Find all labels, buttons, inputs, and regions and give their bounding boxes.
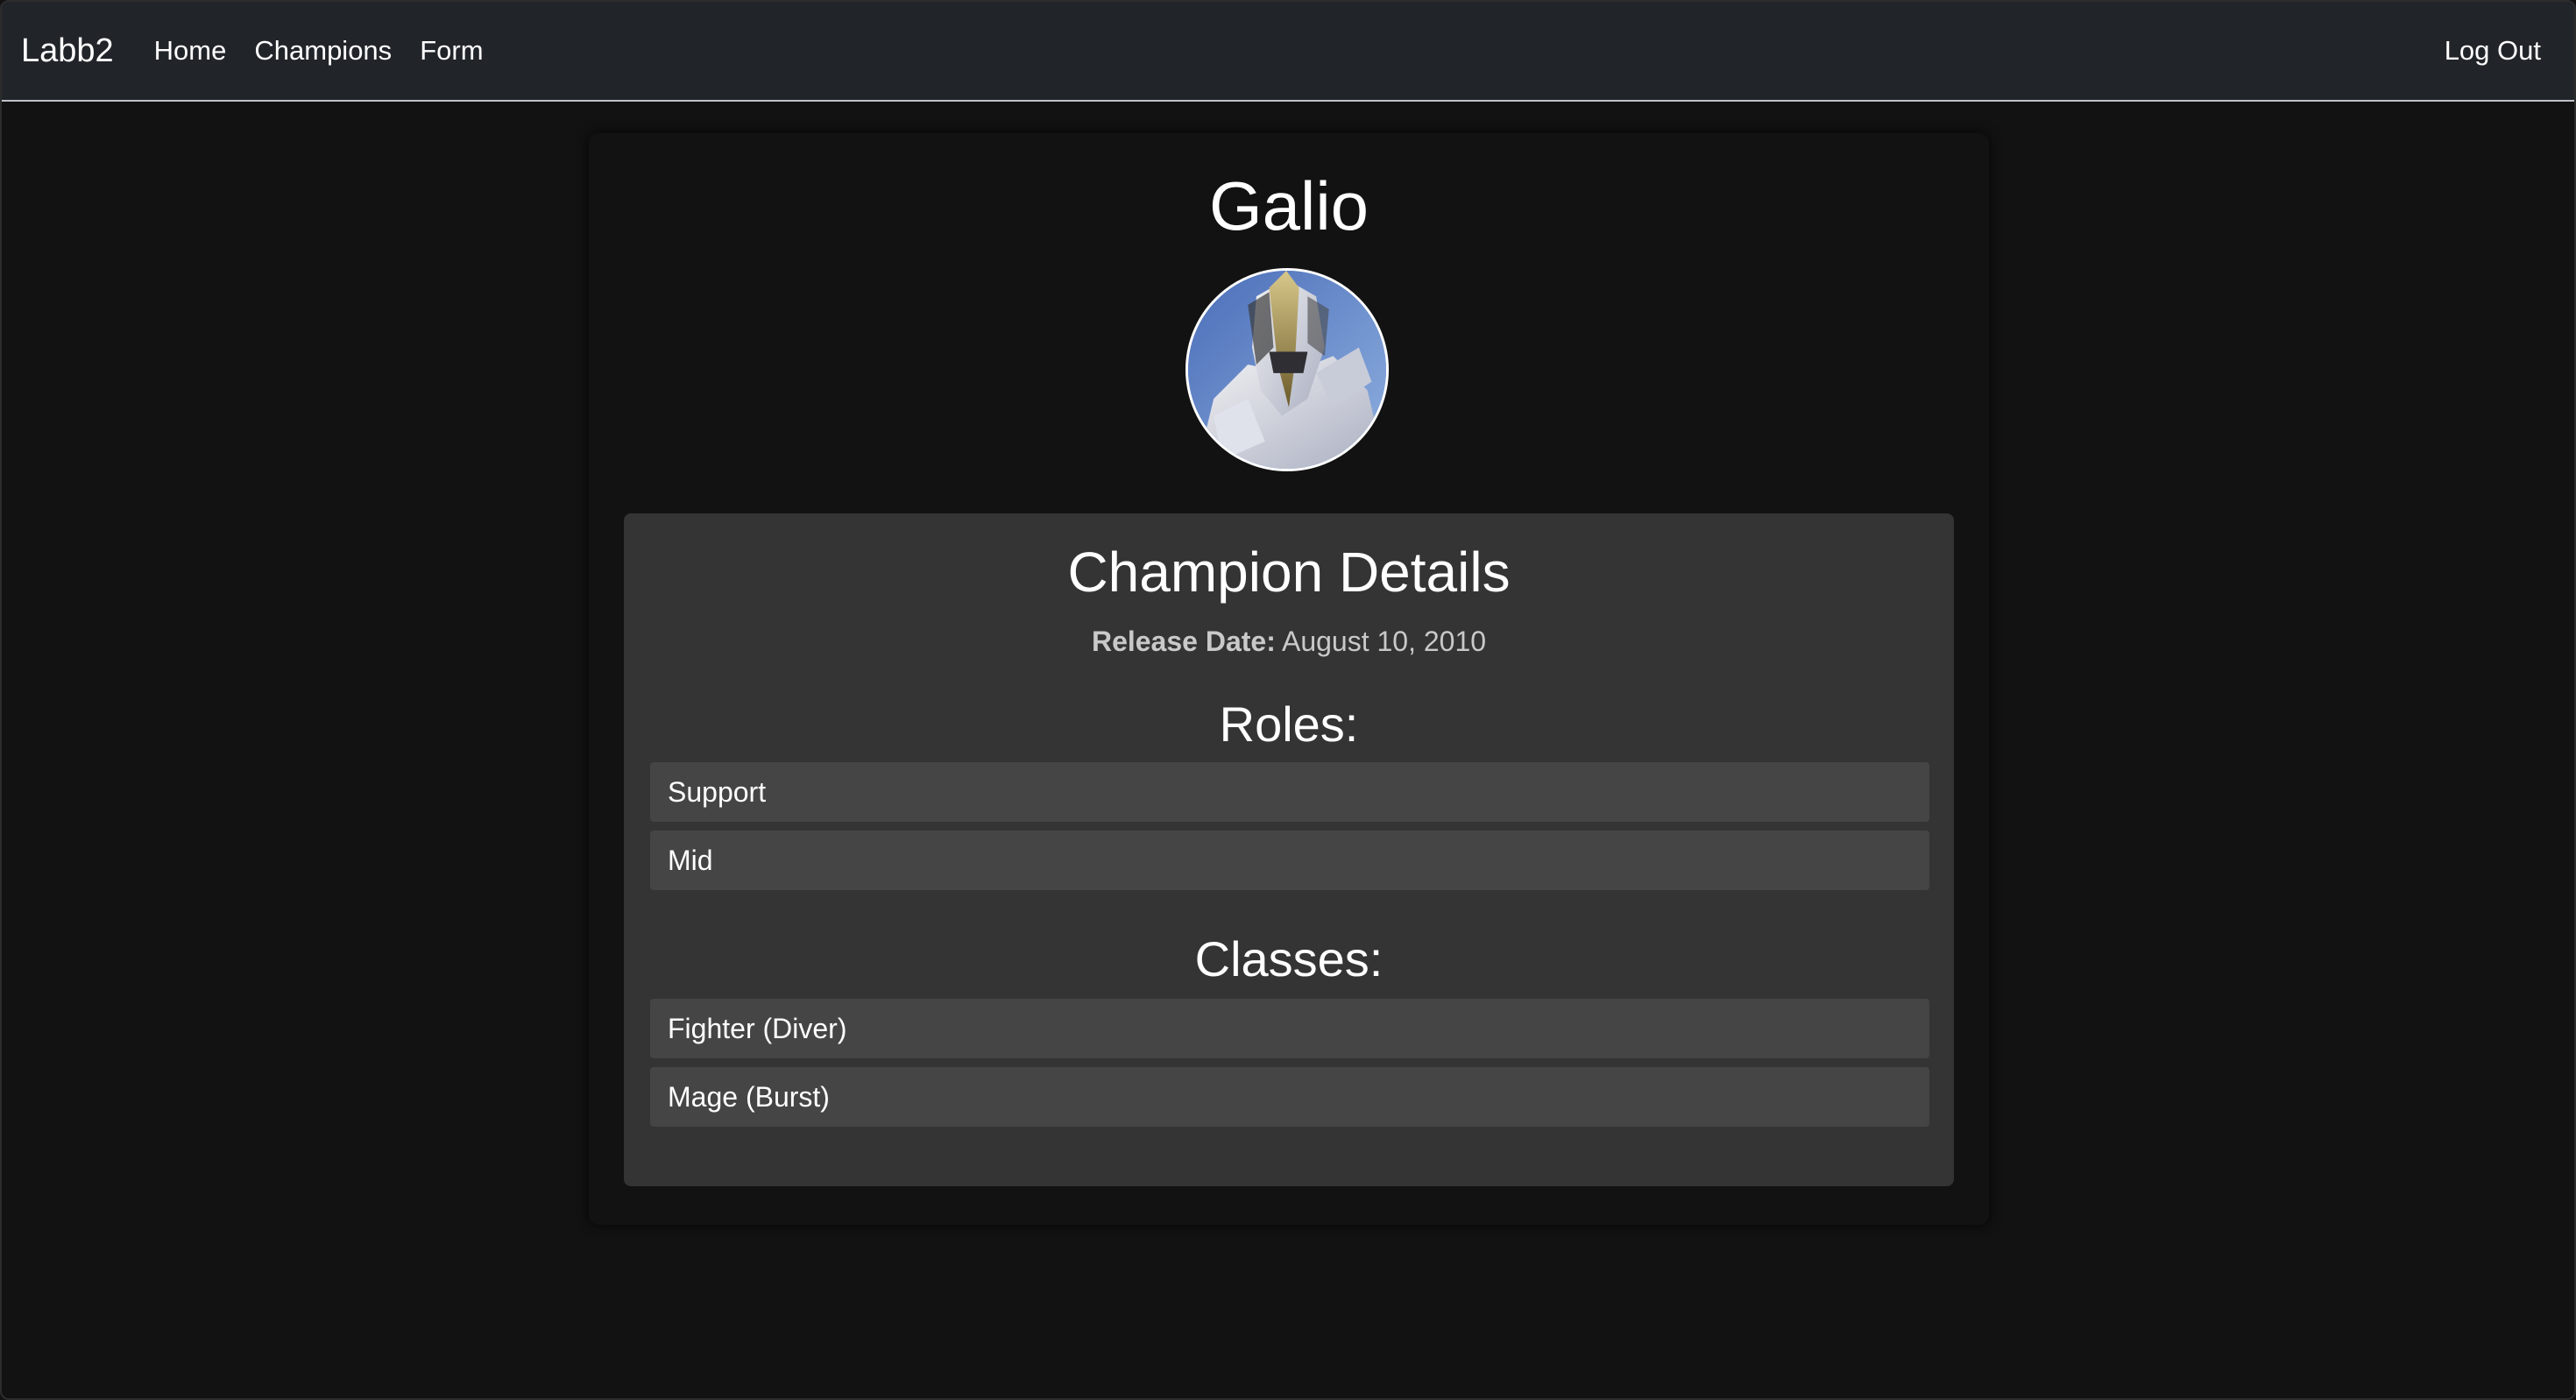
browser-viewport: Labb2 Home Champions Form Log Out Galio [0, 0, 2576, 1400]
navbar-brand[interactable]: Labb2 [21, 32, 114, 70]
release-date-value: August 10, 2010 [1281, 626, 1487, 657]
top-navbar: Labb2 Home Champions Form Log Out [2, 2, 2574, 102]
class-item-fighter: Fighter (Diver) [650, 999, 1929, 1058]
champion-details-heading: Champion Details [1067, 541, 1511, 604]
release-date: Release Date: August 10, 2010 [624, 626, 1954, 658]
champion-name: Galio [1208, 167, 1369, 244]
role-item-support: Support [650, 762, 1929, 822]
nav-link-form[interactable]: Form [420, 35, 483, 67]
roles-heading: Roles: [1219, 696, 1359, 752]
nav-link-champions[interactable]: Champions [254, 35, 392, 67]
champion-avatar [1185, 268, 1389, 471]
classes-heading: Classes: [1194, 931, 1384, 986]
logout-link[interactable]: Log Out [2445, 35, 2541, 67]
nav-link-home[interactable]: Home [154, 35, 227, 67]
champion-portrait-image [1188, 271, 1386, 469]
class-item-mage: Mage (Burst) [650, 1067, 1929, 1127]
release-date-label: Release Date: [1091, 626, 1276, 657]
champion-details-panel: Champion Details Release Date: August 10… [624, 513, 1954, 1186]
champion-card: Galio Champion Details Release Date: Aug… [589, 133, 1989, 1225]
role-item-mid: Mid [650, 831, 1929, 890]
